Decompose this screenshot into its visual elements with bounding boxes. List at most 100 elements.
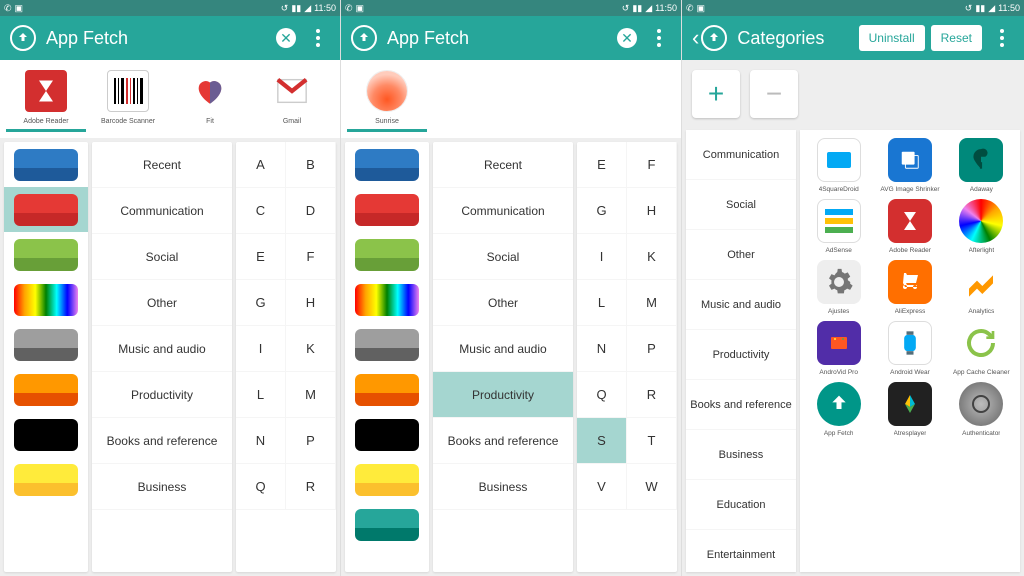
alpha-h[interactable]: H [286, 280, 336, 326]
cat-other[interactable]: Other [92, 280, 232, 326]
cat-business[interactable]: Business [686, 430, 796, 480]
alpha-d[interactable]: D [286, 188, 336, 234]
cat-recent[interactable]: Recent [92, 142, 232, 188]
app-4squaredroid[interactable]: 4SquareDroid [804, 138, 873, 193]
cat-business[interactable]: Business [433, 464, 573, 510]
color-blue[interactable] [4, 142, 88, 187]
app-adaway[interactable]: Adaway [947, 138, 1016, 193]
close-button[interactable]: ✕ [615, 26, 639, 50]
alpha-i[interactable]: I [236, 326, 286, 372]
app-fit[interactable]: Fit [170, 70, 250, 125]
cat-education[interactable]: Education [686, 480, 796, 530]
cat-social[interactable]: Social [686, 180, 796, 230]
app-android-wear[interactable]: Android Wear [875, 321, 944, 376]
alpha-w[interactable]: W [627, 464, 677, 510]
cat-social[interactable]: Social [92, 234, 232, 280]
color-black[interactable] [345, 412, 429, 457]
alpha-f[interactable]: F [627, 142, 677, 188]
color-blue[interactable] [345, 142, 429, 187]
cat-books[interactable]: Books and reference [686, 380, 796, 430]
cat-books[interactable]: Books and reference [92, 418, 232, 464]
alpha-p[interactable]: P [286, 418, 336, 464]
cat-communication[interactable]: Communication [92, 188, 232, 234]
cat-productivity[interactable]: Productivity [433, 372, 573, 418]
app-gmail[interactable]: Gmail [252, 70, 332, 125]
color-teal[interactable] [345, 502, 429, 547]
alpha-m[interactable]: M [627, 280, 677, 326]
cat-other[interactable]: Other [686, 230, 796, 280]
color-rainbow[interactable] [345, 277, 429, 322]
color-rainbow[interactable] [4, 277, 88, 322]
cat-music[interactable]: Music and audio [686, 280, 796, 330]
alpha-l[interactable]: L [236, 372, 286, 418]
color-green[interactable] [345, 232, 429, 277]
app-sunrise[interactable]: Sunrise [347, 70, 427, 125]
cat-social[interactable]: Social [433, 234, 573, 280]
alpha-g[interactable]: G [577, 188, 627, 234]
alpha-b[interactable]: B [286, 142, 336, 188]
alpha-r[interactable]: R [627, 372, 677, 418]
color-yellow[interactable] [4, 457, 88, 502]
cat-productivity[interactable]: Productivity [686, 330, 796, 380]
color-black[interactable] [4, 412, 88, 457]
alpha-q[interactable]: Q [577, 372, 627, 418]
alpha-l[interactable]: L [577, 280, 627, 326]
app-appfetch[interactable]: App Fetch [804, 382, 873, 437]
cat-other[interactable]: Other [433, 280, 573, 326]
color-red[interactable] [345, 187, 429, 232]
alpha-h[interactable]: H [627, 188, 677, 234]
alpha-c[interactable]: C [236, 188, 286, 234]
alpha-v[interactable]: V [577, 464, 627, 510]
cat-communication[interactable]: Communication [686, 130, 796, 180]
alpha-i[interactable]: I [577, 234, 627, 280]
alpha-m[interactable]: M [286, 372, 336, 418]
cat-entertainment[interactable]: Entertainment [686, 530, 796, 576]
app-afterlight[interactable]: Afterlight [947, 199, 1016, 254]
remove-button[interactable]: − [750, 70, 798, 118]
cat-business[interactable]: Business [92, 464, 232, 510]
cat-communication[interactable]: Communication [433, 188, 573, 234]
cat-music[interactable]: Music and audio [433, 326, 573, 372]
app-ajustes[interactable]: Ajustes [804, 260, 873, 315]
add-button[interactable]: + [692, 70, 740, 118]
overflow-menu-button[interactable] [647, 26, 671, 50]
reset-button[interactable]: Reset [931, 25, 982, 51]
app-aliexpress[interactable]: AliExpress [875, 260, 944, 315]
alpha-s[interactable]: S [577, 418, 627, 464]
app-adsense[interactable]: AdSense [804, 199, 873, 254]
cat-productivity[interactable]: Productivity [92, 372, 232, 418]
color-gray[interactable] [345, 322, 429, 367]
app-barcode-scanner[interactable]: Barcode Scanner [88, 70, 168, 125]
alpha-r[interactable]: R [286, 464, 336, 510]
overflow-menu-button[interactable] [990, 26, 1014, 50]
app-androvid[interactable]: AndroVid Pro [804, 321, 873, 376]
alpha-a[interactable]: A [236, 142, 286, 188]
app-analytics[interactable]: Analytics [947, 260, 1016, 315]
alpha-n[interactable]: N [236, 418, 286, 464]
cat-recent[interactable]: Recent [433, 142, 573, 188]
alpha-f[interactable]: F [286, 234, 336, 280]
app-cache-cleaner[interactable]: App Cache Cleaner [947, 321, 1016, 376]
app-atresplayer[interactable]: Atresplayer [875, 382, 944, 437]
alpha-k[interactable]: K [286, 326, 336, 372]
color-orange[interactable] [345, 367, 429, 412]
color-red[interactable] [4, 187, 88, 232]
alpha-q[interactable]: Q [236, 464, 286, 510]
cat-books[interactable]: Books and reference [433, 418, 573, 464]
app-authenticator[interactable]: Authenticator [947, 382, 1016, 437]
alpha-t[interactable]: T [627, 418, 677, 464]
color-gray[interactable] [4, 322, 88, 367]
alpha-g[interactable]: G [236, 280, 286, 326]
color-green[interactable] [4, 232, 88, 277]
alpha-p[interactable]: P [627, 326, 677, 372]
alpha-n[interactable]: N [577, 326, 627, 372]
uninstall-button[interactable]: Uninstall [859, 25, 925, 51]
back-icon[interactable]: ‹ [692, 25, 699, 51]
app-adobe-reader[interactable]: Adobe Reader [6, 70, 86, 125]
alpha-k[interactable]: K [627, 234, 677, 280]
alpha-e[interactable]: E [577, 142, 627, 188]
close-button[interactable]: ✕ [274, 26, 298, 50]
alpha-e[interactable]: E [236, 234, 286, 280]
color-yellow[interactable] [345, 457, 429, 502]
overflow-menu-button[interactable] [306, 26, 330, 50]
